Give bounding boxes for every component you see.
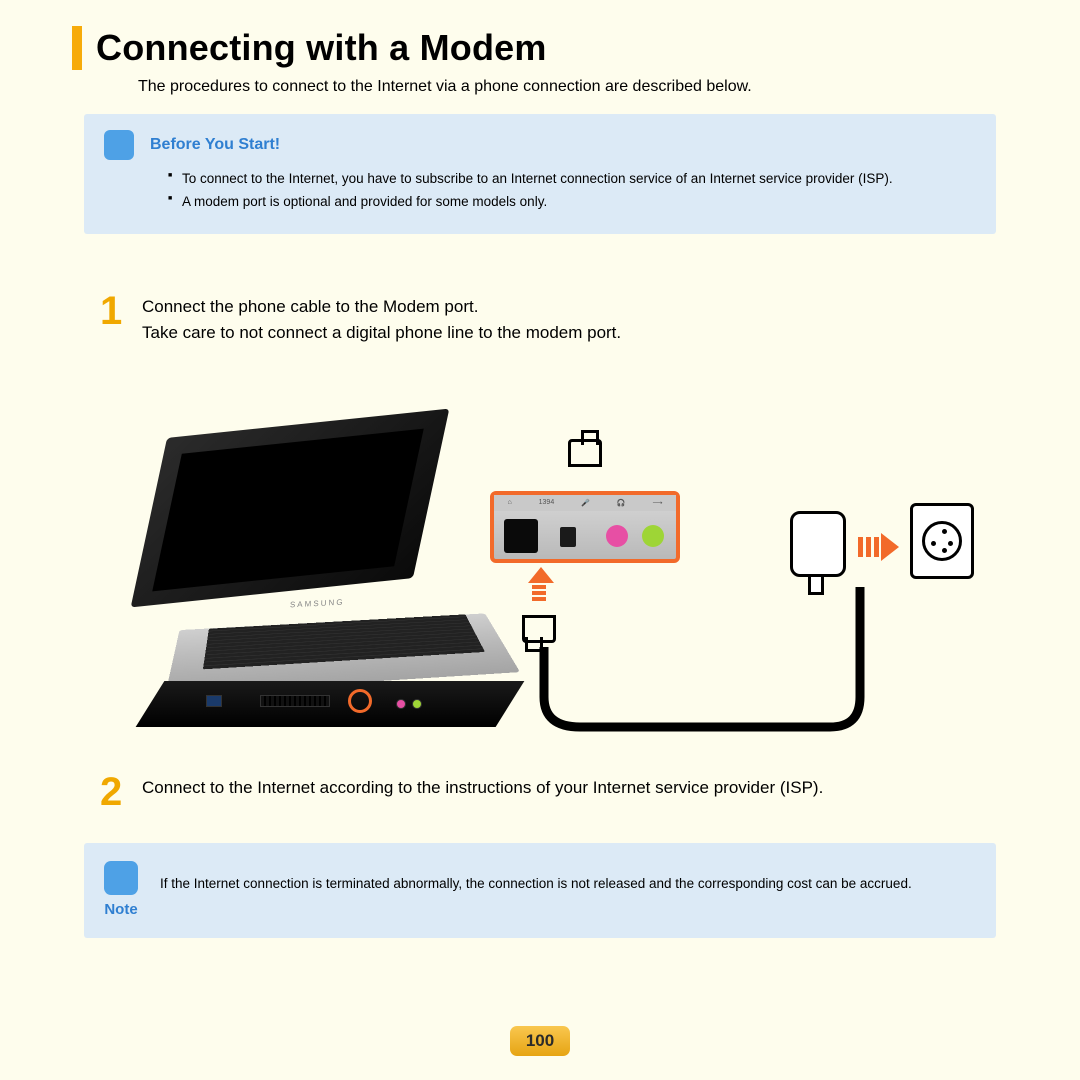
- callout-header: Before You Start!: [104, 130, 976, 160]
- before-you-start-box: Before You Start! To connect to the Inte…: [84, 114, 996, 234]
- laptop-screen-inner: [152, 428, 424, 591]
- laptop-side-panel: [136, 681, 525, 727]
- note-left: Note: [104, 861, 138, 918]
- headphone-jack-icon: [412, 699, 422, 709]
- note-text: If the Internet connection is terminated…: [160, 861, 912, 895]
- page-title-row: Connecting with a Modem: [72, 26, 1030, 70]
- step-2: 2 Connect to the Internet according to t…: [100, 775, 1030, 809]
- insert-arrow-icon: [528, 567, 550, 601]
- mic-jack-closeup-icon: [606, 525, 628, 547]
- mic-jack-icon: [396, 699, 406, 709]
- note-box: Note If the Internet connection is termi…: [84, 843, 996, 938]
- step-1-line2: Take care to not connect a digital phone…: [142, 320, 621, 346]
- port-label: 🎤: [581, 499, 590, 507]
- headphone-jack-closeup-icon: [642, 525, 664, 547]
- modem-port-highlight-icon: [348, 689, 372, 713]
- phone-cable-icon: [540, 647, 870, 727]
- vent-grill-icon: [260, 695, 330, 707]
- intro-text: The procedures to connect to the Interne…: [138, 78, 1030, 96]
- title-accent-bar: [72, 26, 82, 70]
- wall-socket-icon: [910, 503, 974, 579]
- laptop-brand: SAMSUNG: [290, 597, 345, 609]
- port-label: 1394: [539, 499, 555, 506]
- port-label: 🎧: [617, 499, 626, 507]
- step-1-line1: Connect the phone cable to the Modem por…: [142, 294, 621, 320]
- plug-arrow-icon: [858, 533, 899, 561]
- step-1-body: Connect the phone cable to the Modem por…: [142, 294, 621, 347]
- wall-plug-icon: [790, 511, 846, 577]
- step-number: 2: [100, 775, 126, 809]
- note-label: Note: [104, 901, 137, 918]
- step-2-body: Connect to the Internet according to the…: [142, 775, 823, 809]
- port-labels-row: ⌂ 1394 🎤 🎧 ⟶: [494, 495, 676, 511]
- before-item: To connect to the Internet, you have to …: [168, 168, 976, 191]
- port-closeup: ⌂ 1394 🎤 🎧 ⟶: [490, 491, 680, 563]
- port-label: ⌂: [507, 499, 511, 506]
- note-badge-icon: [104, 861, 138, 895]
- page-title: Connecting with a Modem: [96, 27, 547, 69]
- rj11-icon: [568, 439, 602, 467]
- illustration: SAMSUNG ⌂ 1394 🎤 🎧 ⟶: [110, 377, 970, 737]
- modem-port-icon: [504, 519, 538, 553]
- rj11-plug-icon: [522, 615, 556, 643]
- laptop-graphic: SAMSUNG: [150, 423, 430, 593]
- vga-port-icon: [206, 695, 222, 707]
- before-item: A modem port is optional and provided fo…: [168, 191, 976, 214]
- page-number: 100: [526, 1031, 554, 1051]
- step-number: 1: [100, 294, 126, 347]
- page-number-badge: 100: [510, 1026, 570, 1056]
- step-1: 1 Connect the phone cable to the Modem p…: [100, 294, 1030, 347]
- manual-page: Connecting with a Modem The procedures t…: [0, 0, 1080, 1080]
- before-list: To connect to the Internet, you have to …: [168, 168, 976, 214]
- firewire-port-icon: [560, 527, 576, 547]
- port-label: ⟶: [652, 499, 662, 507]
- callout-badge-icon: [104, 130, 134, 160]
- callout-title: Before You Start!: [150, 136, 280, 154]
